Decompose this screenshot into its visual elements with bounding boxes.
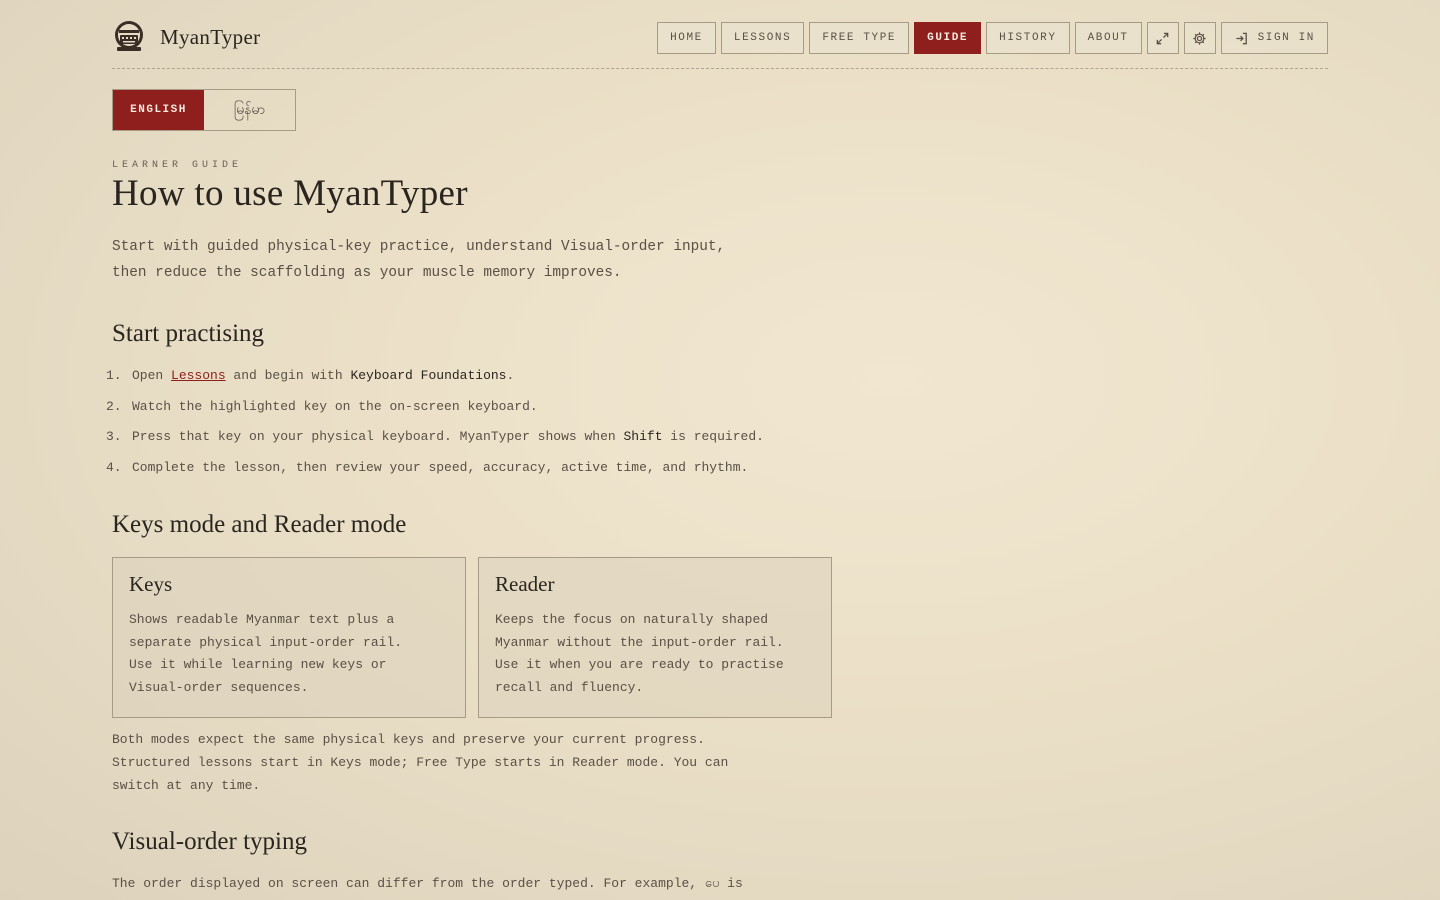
modes-note: Both modes expect the same physical keys… <box>112 728 728 797</box>
typewriter-icon <box>115 21 143 51</box>
step-text: Watch the highlighted key on the on-scre… <box>132 398 538 414</box>
nav-guide[interactable]: GUIDE <box>914 22 982 54</box>
site-header: MyanTyper HOME LESSONS FREE TYPE GUIDE H… <box>112 0 1328 69</box>
intro-text: Start with guided physical-key practice,… <box>112 234 832 286</box>
visual-order-text: The order displayed on screen can differ… <box>112 876 743 891</box>
card-title: Keys <box>129 572 173 596</box>
list-item: 1. Open Lessons and begin with Keyboard F… <box>106 363 764 394</box>
settings-button[interactable] <box>1183 22 1216 54</box>
card-line: separate physical input-order rail. <box>129 634 403 650</box>
nav-free-type[interactable]: FREE TYPE <box>809 22 910 54</box>
mode-cards: Keys Shows readable Myanmar text plus a … <box>112 557 832 718</box>
step-number: 3. <box>106 429 122 444</box>
list-item: 2. Watch the highlighted key on the on-sc… <box>106 394 764 425</box>
card-line: recall and fluency. <box>495 679 644 695</box>
card-line: Keeps the focus on naturally shaped <box>495 612 769 627</box>
fullscreen-button[interactable] <box>1146 22 1179 54</box>
main-nav: HOME LESSONS FREE TYPE GUIDE HISTORY ABO… <box>657 22 1328 54</box>
note-line: switch at any time. <box>112 778 261 793</box>
brand-name: MyanTyper <box>160 24 261 49</box>
card-line: Shows readable Myanmar text plus a <box>129 612 395 627</box>
step-text: and begin with <box>225 368 351 383</box>
step-text: Complete the lesson, then review your sp… <box>132 459 749 475</box>
keys-mode-card: Keys Shows readable Myanmar text plus a … <box>112 557 466 718</box>
step-text: . <box>506 368 515 383</box>
card-line: Use it while learning new keys or <box>129 657 387 673</box>
card-title: Reader <box>495 572 555 596</box>
language-myanmar[interactable]: မြန်မာ <box>204 90 295 130</box>
nav-home[interactable]: HOME <box>657 22 716 54</box>
step-number: 2. <box>106 398 122 414</box>
sign-in-button[interactable]: SIGN IN <box>1220 22 1328 54</box>
intro-line: Start with guided physical-key practice,… <box>112 239 726 255</box>
step-text: Open <box>132 368 172 383</box>
start-heading: Start practising <box>112 320 265 347</box>
section-eyebrow: LEARNER GUIDE <box>112 160 243 171</box>
card-line: Visual-order sequences. <box>129 679 309 695</box>
card-line: Use it when you are ready to practise <box>495 657 784 673</box>
list-item: 4. Complete the lesson, then review your … <box>106 455 764 486</box>
page-title: How to use MyanTyper <box>112 173 468 214</box>
language-toggle: ENGLISH မြန်မာ <box>112 89 296 131</box>
brand-logo[interactable]: MyanTyper <box>112 20 260 54</box>
intro-line: then reduce the scaffolding as your musc… <box>112 265 622 281</box>
language-english[interactable]: ENGLISH <box>113 90 204 130</box>
nav-about[interactable]: ABOUT <box>1074 22 1142 54</box>
step-number: 4. <box>106 459 122 475</box>
reader-mode-card: Reader Keeps the focus on naturally shap… <box>478 557 832 718</box>
step-text: is required. <box>662 429 764 444</box>
card-body: Shows readable Myanmar text plus a separ… <box>129 609 449 699</box>
note-line: Both modes expect the same physical keys… <box>112 732 705 747</box>
modes-heading: Keys mode and Reader mode <box>112 511 407 538</box>
note-line: Structured lessons start in Keys mode; F… <box>112 755 729 770</box>
step-emphasis: Shift <box>623 429 663 444</box>
gear-icon <box>1193 31 1206 45</box>
visual-order-heading: Visual-order typing <box>112 828 307 855</box>
step-number: 1. <box>106 368 122 383</box>
card-line: Myanmar without the input-order rail. <box>495 634 784 650</box>
list-item: 3. Press that key on your physical keyboa… <box>106 424 764 455</box>
steps-list: 1. Open Lessons and begin with Keyboard F… <box>106 363 764 485</box>
nav-history[interactable]: HISTORY <box>986 22 1070 54</box>
expand-icon <box>1156 32 1169 44</box>
nav-lessons[interactable]: LESSONS <box>720 22 805 54</box>
step-text: Press that key on your physical keyboard… <box>132 429 624 444</box>
lessons-link[interactable]: Lessons <box>171 368 226 383</box>
sign-in-label: SIGN IN <box>1257 32 1315 44</box>
sign-in-icon <box>1235 32 1247 44</box>
card-body: Keeps the focus on naturally shaped Myan… <box>495 609 815 699</box>
step-emphasis: Keyboard Foundations <box>350 368 507 383</box>
